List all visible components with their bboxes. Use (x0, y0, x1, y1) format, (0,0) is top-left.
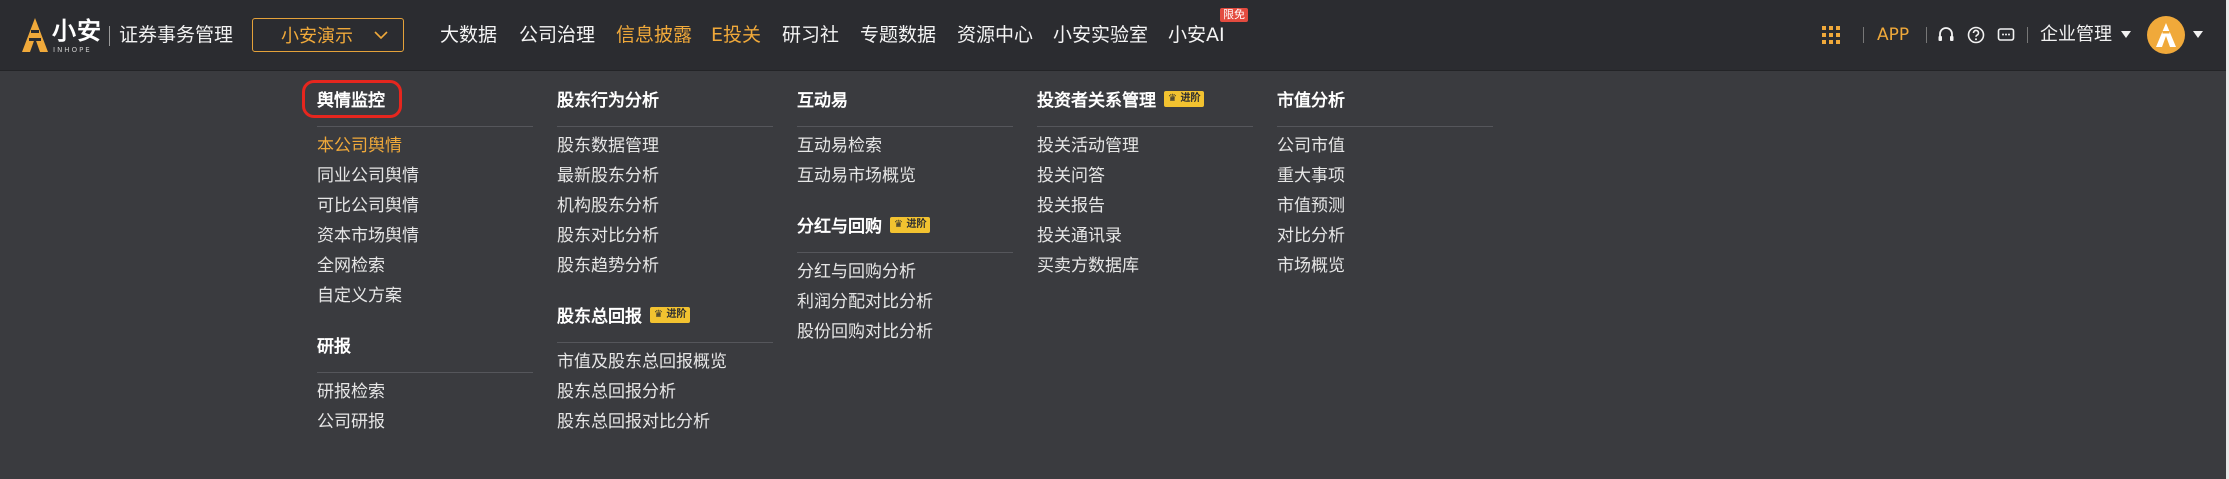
logo-mark-icon (22, 18, 48, 52)
nav-item-e-ir[interactable]: E投关 (711, 21, 761, 49)
menu-link[interactable]: 利润分配对比分析 (797, 290, 933, 314)
nav-item-resource-center[interactable]: 资源中心 (957, 21, 1033, 49)
menu-link[interactable]: 买卖方数据库 (1037, 254, 1139, 278)
dropdown-mega-menu: 舆情监控 本公司舆情 同业公司舆情 可比公司舆情 资本市场舆情 全网检索 自定义… (0, 71, 2229, 479)
menu-group-title-text: 分红与回购 (797, 217, 882, 237)
menu-link[interactable]: 同业公司舆情 (317, 164, 419, 188)
tool-separator (1926, 27, 1927, 43)
apps-grid-icon[interactable] (1822, 26, 1840, 44)
menu-link[interactable]: 投关活动管理 (1037, 134, 1139, 158)
group-divider (1037, 126, 1253, 127)
menu-link[interactable]: 市值及股东总回报概览 (557, 350, 727, 374)
menu-link[interactable]: 研报检索 (317, 380, 385, 404)
menu-group-title[interactable]: 分红与回购 ♛ 进阶 (797, 215, 931, 239)
menu-link[interactable]: 公司研报 (317, 410, 385, 434)
menu-link[interactable]: 分红与回购分析 (797, 260, 916, 284)
group-divider (557, 342, 773, 343)
menu-group-title[interactable]: 互动易 (797, 89, 848, 113)
menu-link[interactable]: 最新股东分析 (557, 164, 659, 188)
chevron-down-icon (374, 31, 388, 40)
nav-item-big-data[interactable]: 大数据 (440, 21, 497, 49)
tool-separator (2027, 27, 2028, 43)
header-tools: APP 企业管理 (1809, 0, 2229, 71)
tool-separator (1863, 27, 1864, 43)
app-download-link[interactable]: APP (1877, 22, 1909, 48)
logo-subtext: INHOPE (53, 46, 92, 54)
group-divider (1277, 126, 1493, 127)
group-divider (317, 126, 533, 127)
group-divider (797, 252, 1013, 253)
menu-group-title[interactable]: 市值分析 (1277, 89, 1345, 113)
enterprise-menu[interactable]: 企业管理 (2040, 22, 2112, 48)
menu-link[interactable]: 公司市值 (1277, 134, 1345, 158)
menu-group-title[interactable]: 股东总回报 ♛ 进阶 (557, 305, 691, 329)
user-avatar[interactable] (2147, 16, 2185, 54)
pro-tag-text: 进阶 (906, 219, 927, 230)
headset-icon[interactable] (1937, 26, 1955, 44)
pro-tag-text: 进阶 (666, 309, 687, 320)
logo-text: 小安 (52, 17, 102, 45)
nav-item-info-disclosure[interactable]: 信息披露 (616, 21, 692, 49)
company-select-value: 小安演示 (281, 26, 353, 47)
user-avatar-icon (2156, 23, 2176, 47)
app-title: 证券事务管理 (119, 24, 234, 46)
menu-link[interactable]: 重大事项 (1277, 164, 1345, 188)
nav-item-ai[interactable]: 小安AI (1168, 21, 1225, 49)
pro-tag-text: 进阶 (1180, 93, 1201, 104)
app-page: 小安 INHOPE 证券事务管理 小安演示 大数据 公司治理 信息披露 E投关 … (0, 0, 2229, 479)
nav-item-topic-data[interactable]: 专题数据 (860, 21, 936, 49)
menu-link[interactable]: 股东趋势分析 (557, 254, 659, 278)
menu-link[interactable]: 机构股东分析 (557, 194, 659, 218)
menu-link[interactable]: 市场概览 (1277, 254, 1345, 278)
help-circle-icon[interactable] (1967, 26, 1985, 44)
menu-group-title-text: 投资者关系管理 (1037, 91, 1156, 111)
menu-group-title[interactable]: 股东行为分析 (557, 89, 659, 113)
caret-down-icon[interactable] (2193, 31, 2203, 39)
nav-item-corporate-governance[interactable]: 公司治理 (519, 21, 595, 49)
pro-tag: ♛ 进阶 (650, 307, 691, 323)
menu-link[interactable]: 互动易检索 (797, 134, 882, 158)
menu-link[interactable]: 投关通讯录 (1037, 224, 1122, 248)
menu-link[interactable]: 股东总回报分析 (557, 380, 676, 404)
menu-link[interactable]: 股东数据管理 (557, 134, 659, 158)
menu-group-title-text: 股东总回报 (557, 307, 642, 327)
company-select[interactable]: 小安演示 (252, 18, 404, 52)
menu-link[interactable]: 全网检索 (317, 254, 385, 278)
menu-link[interactable]: 对比分析 (1277, 224, 1345, 248)
pro-tag: ♛ 进阶 (890, 217, 931, 233)
menu-link[interactable]: 股份回购对比分析 (797, 320, 933, 344)
menu-link[interactable]: 自定义方案 (317, 284, 402, 308)
caret-down-icon (2121, 31, 2131, 38)
brand-logo[interactable]: 小安 INHOPE (22, 16, 102, 56)
menu-link[interactable]: 资本市场舆情 (317, 224, 419, 248)
message-icon[interactable] (1997, 26, 2015, 44)
menu-link[interactable]: 市值预测 (1277, 194, 1345, 218)
group-divider (797, 126, 1013, 127)
free-badge: 限免 (1220, 8, 1248, 22)
highlight-annotation-ring (302, 80, 402, 118)
nav-item-lab[interactable]: 小安实验室 (1053, 21, 1148, 49)
title-divider (109, 26, 110, 46)
menu-link[interactable]: 投关问答 (1037, 164, 1105, 188)
top-navigation-bar: 小安 INHOPE 证券事务管理 小安演示 大数据 公司治理 信息披露 E投关 … (0, 0, 2229, 71)
menu-link[interactable]: 投关报告 (1037, 194, 1105, 218)
menu-link[interactable]: 可比公司舆情 (317, 194, 419, 218)
menu-group-title[interactable]: 投资者关系管理 ♛ 进阶 (1037, 89, 1205, 113)
nav-item-study-club[interactable]: 研习社 (782, 21, 839, 49)
menu-link[interactable]: 本公司舆情 (317, 134, 402, 158)
group-divider (317, 372, 533, 373)
menu-link[interactable]: 股东总回报对比分析 (557, 410, 710, 434)
menu-link[interactable]: 互动易市场概览 (797, 164, 916, 188)
pro-tag: ♛ 进阶 (1164, 91, 1205, 107)
group-divider (557, 126, 773, 127)
menu-link[interactable]: 股东对比分析 (557, 224, 659, 248)
menu-group-title[interactable]: 研报 (317, 335, 351, 359)
